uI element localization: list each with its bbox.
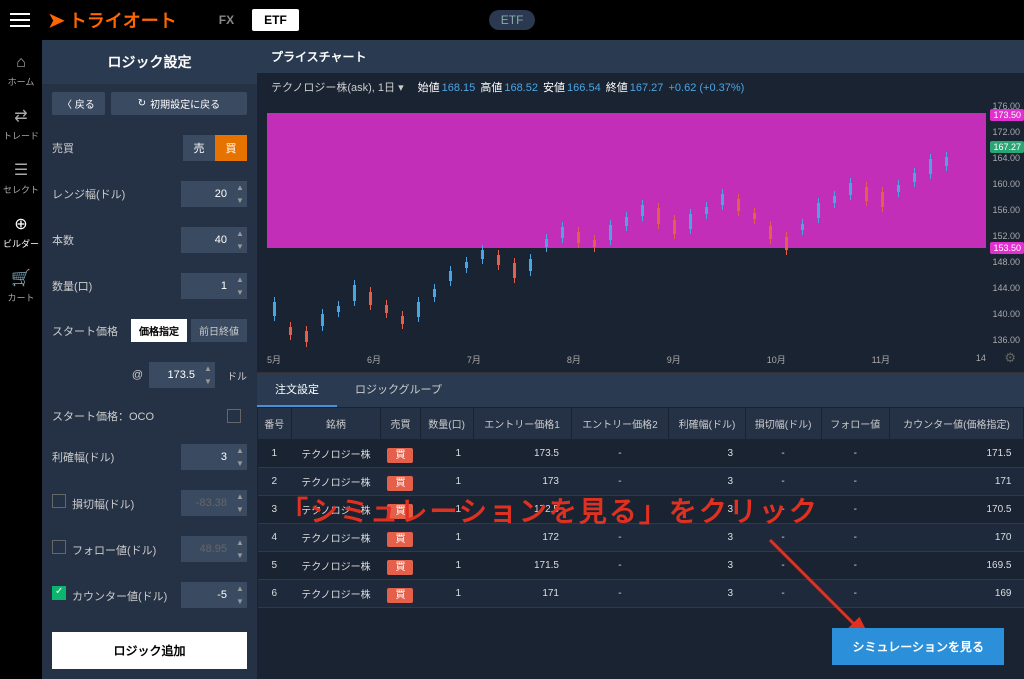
simulate-button[interactable]: シミュレーションを見る <box>832 628 1004 665</box>
follow-input[interactable] <box>181 543 233 555</box>
tab-logic-group[interactable]: ロジックグループ <box>337 373 460 407</box>
x-axis: 5月6月7月8月9月10月11月14 <box>267 353 986 366</box>
count-label: 本数 <box>52 232 74 248</box>
at-unit: ドル <box>227 368 247 383</box>
profit-input[interactable] <box>181 451 233 463</box>
tab-etf[interactable]: ETF <box>252 9 299 31</box>
profit-label: 利確幅(ドル) <box>52 449 114 465</box>
counter-up-icon[interactable]: ▲ <box>233 582 247 595</box>
qty-input[interactable] <box>181 280 233 292</box>
counter-down-icon[interactable]: ▼ <box>233 595 247 608</box>
app-logo: ➤ トライオート <box>48 7 177 33</box>
price-prev-button[interactable]: 前日終値 <box>191 319 247 342</box>
gear-icon[interactable]: ⚙ <box>1004 350 1016 366</box>
follow-label: フォロー値(ドル) <box>52 540 156 558</box>
ohlc-display: 始値168.15 高値168.52 安値166.54 終値167.27 +0.6… <box>418 79 747 95</box>
builder-icon: ⊕ <box>14 214 27 234</box>
icon-sidebar: ⌂ホーム ⇄トレード ☰セレクト ⊕ビルダー 🛒カート <box>0 40 42 679</box>
cart-icon: 🛒 <box>11 268 31 288</box>
range-input[interactable] <box>181 188 233 200</box>
instrument-dropdown[interactable]: テクノロジー株(ask), 1日 ▾ <box>271 79 404 95</box>
qty-label: 数量(口) <box>52 278 92 294</box>
price-tag-current: 167.27 <box>990 141 1024 153</box>
instruction-overlay: 「シミュレーションを見る」をクリック <box>280 490 819 530</box>
count-input[interactable] <box>181 234 233 246</box>
price-chart-tab[interactable]: プライスチャート <box>257 40 1024 73</box>
tab-fx[interactable]: FX <box>207 9 246 31</box>
at-down-icon[interactable]: ▼ <box>201 375 215 388</box>
add-logic-button[interactable]: ロジック追加 <box>52 632 247 669</box>
counter-input[interactable] <box>181 589 233 601</box>
pill-etf[interactable]: ETF <box>489 10 536 30</box>
at-up-icon[interactable]: ▲ <box>201 362 215 375</box>
qty-up-icon[interactable]: ▲ <box>233 273 247 286</box>
table-row[interactable]: 1テクノロジー株買1173.5-3--171.5 <box>258 440 1024 468</box>
y-axis: 176.00172.00164.00160.00156.00152.00148.… <box>986 101 1024 361</box>
follow-up-icon[interactable]: ▲ <box>233 536 247 549</box>
price-tag-high: 173.50 <box>990 109 1024 121</box>
counter-checkbox[interactable] <box>52 586 66 600</box>
menu-icon[interactable] <box>10 13 30 27</box>
chevron-down-icon: ▾ <box>398 82 404 94</box>
range-input-group: ▲▼ <box>181 181 247 207</box>
loss-input[interactable] <box>181 497 233 509</box>
chart-body[interactable] <box>267 101 986 353</box>
count-down-icon[interactable]: ▼ <box>233 240 247 253</box>
profit-down-icon[interactable]: ▼ <box>233 457 247 470</box>
counter-label: カウンター値(ドル) <box>52 586 167 604</box>
range-down-icon[interactable]: ▼ <box>233 194 247 207</box>
nav-trade[interactable]: ⇄トレード <box>3 106 39 142</box>
loss-label: 損切幅(ドル) <box>52 494 134 512</box>
count-up-icon[interactable]: ▲ <box>233 227 247 240</box>
nav-cart[interactable]: 🛒カート <box>7 268 34 304</box>
market-tabs: FX ETF <box>207 9 299 31</box>
nav-home[interactable]: ⌂ホーム <box>8 54 35 88</box>
start-price-label: スタート価格 <box>52 323 118 339</box>
sidebar-title: ロジック設定 <box>42 40 257 84</box>
loss-down-icon[interactable]: ▼ <box>233 503 247 516</box>
back-button[interactable]: 〈 戻る <box>52 92 105 115</box>
sell-toggle[interactable]: 売 <box>183 135 215 161</box>
follow-checkbox[interactable] <box>52 540 66 554</box>
table-row[interactable]: 6テクノロジー株買1171-3--169 <box>258 580 1024 608</box>
qty-down-icon[interactable]: ▼ <box>233 286 247 299</box>
oco-label: スタート価格：OCO <box>52 408 154 424</box>
chart-header: テクノロジー株(ask), 1日 ▾ 始値168.15 高値168.52 安値1… <box>257 73 1024 101</box>
settings-sidebar: ロジック設定 〈 戻る ↻初期設定に戻る 売買 売 買 レンジ幅(ドル) ▲▼ <box>42 40 257 679</box>
loss-up-icon[interactable]: ▲ <box>233 490 247 503</box>
logo-text: トライオート <box>69 7 177 33</box>
table-header-row: 番号銘柄売買数量(口)エントリー価格1エントリー価格2利確幅(ドル)損切幅(ドル… <box>258 408 1024 440</box>
nav-select[interactable]: ☰セレクト <box>3 160 39 196</box>
loss-checkbox[interactable] <box>52 494 66 508</box>
table-row[interactable]: 5テクノロジー株買1171.5-3--169.5 <box>258 552 1024 580</box>
buysell-label: 売買 <box>52 140 74 156</box>
trade-icon: ⇄ <box>14 106 27 126</box>
buy-toggle[interactable]: 買 <box>215 135 247 161</box>
price-specify-button[interactable]: 価格指定 <box>131 319 187 342</box>
profit-up-icon[interactable]: ▲ <box>233 444 247 457</box>
chart-area: テクノロジー株(ask), 1日 ▾ 始値168.15 高値168.52 安値1… <box>257 73 1024 373</box>
order-tabs: 注文設定 ロジックグループ <box>257 373 1024 407</box>
at-symbol: @ <box>132 369 143 381</box>
candlesticks <box>267 101 986 353</box>
price-tag-low: 153.50 <box>990 242 1024 254</box>
nav-builder[interactable]: ⊕ビルダー <box>3 214 39 250</box>
oco-checkbox[interactable] <box>227 409 241 423</box>
content-area: プライスチャート テクノロジー株(ask), 1日 ▾ 始値168.15 高値1… <box>257 40 1024 679</box>
at-price-input[interactable] <box>149 369 201 381</box>
top-bar: ➤ トライオート FX ETF ETF <box>0 0 1024 40</box>
tab-order-settings[interactable]: 注文設定 <box>257 373 337 407</box>
reload-icon: ↻ <box>138 98 146 109</box>
home-icon: ⌂ <box>16 54 26 72</box>
follow-down-icon[interactable]: ▼ <box>233 549 247 562</box>
range-label: レンジ幅(ドル) <box>52 186 125 202</box>
select-icon: ☰ <box>14 160 28 180</box>
logo-arrow-icon: ➤ <box>48 8 65 33</box>
reset-button[interactable]: ↻初期設定に戻る <box>111 92 247 115</box>
range-up-icon[interactable]: ▲ <box>233 181 247 194</box>
